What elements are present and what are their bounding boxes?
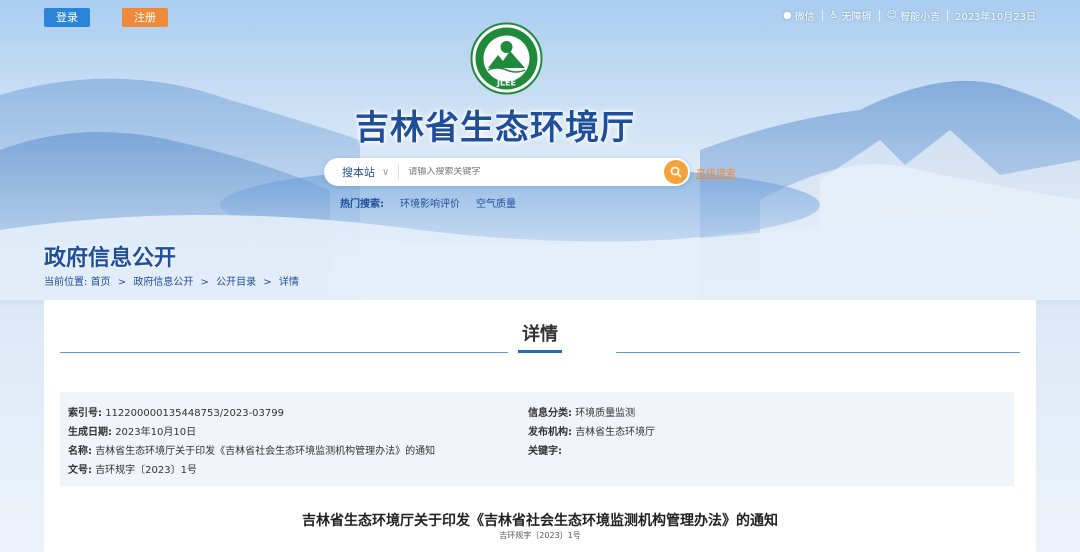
search-scope-select[interactable]: 搜本站 ∨ <box>324 164 389 180</box>
meta-docno: 文号: 吉环规字〔2023〕1号 <box>68 461 197 476</box>
divider <box>821 9 823 21</box>
meta-value: 环境质量监测 <box>575 408 636 419</box>
emblem-icon: JLEE <box>470 22 543 95</box>
wechat-label: 微信 <box>794 11 815 23</box>
meta-publisher: 发布机构: 吉林省生态环境厅 <box>528 423 655 438</box>
breadcrumb-separator: > <box>200 277 209 288</box>
meta-key: 信息分类: <box>528 408 572 419</box>
chevron-down-icon: ∨ <box>382 166 390 178</box>
accessibility-icon: ♿ <box>829 9 839 21</box>
divider <box>616 352 1020 353</box>
meta-keywords: 关键字: <box>528 442 562 457</box>
search-input[interactable] <box>408 167 649 177</box>
divider <box>947 9 949 21</box>
meta-value: 2023年10月10日 <box>115 427 197 438</box>
meta-key: 文号: <box>68 465 92 476</box>
breadcrumb: 当前位置: 首页 > 政府信息公开 > 公开目录 > 详情 <box>44 273 299 288</box>
meta-date: 生成日期: 2023年10月10日 <box>68 423 196 438</box>
search-icon <box>670 166 682 178</box>
meta-value: 11220000013544875З/2023-03799 <box>105 408 284 419</box>
breadcrumb-separator: > <box>117 277 127 288</box>
assistant-link[interactable]: ☺ 智能小吉 <box>887 8 940 23</box>
divider <box>398 165 400 179</box>
site-logo[interactable]: JLEE <box>470 22 543 95</box>
meta-key: 发布机构: <box>528 427 572 438</box>
hot-search-term[interactable]: 空气质量 <box>476 195 516 210</box>
login-button[interactable]: 登录 <box>44 8 90 27</box>
breadcrumb-gov-info[interactable]: 政府信息公开 <box>133 277 193 288</box>
meta-key: 生成日期: <box>68 427 112 438</box>
heading-underline <box>518 350 562 353</box>
breadcrumb-home[interactable]: 首页 <box>91 277 111 288</box>
detail-heading: 详情 <box>522 324 558 345</box>
breadcrumb-separator: > <box>263 277 272 288</box>
accessibility-label: 无障碍 <box>841 11 872 23</box>
advanced-search-link[interactable]: 高级搜索 <box>696 165 736 180</box>
meta-key: 索引号: <box>68 408 102 419</box>
breadcrumb-prefix: 当前位置: <box>44 277 88 288</box>
meta-key: 名称: <box>68 446 92 457</box>
breadcrumb-current: 详情 <box>278 277 299 288</box>
meta-value: 吉林省生态环境厅 <box>575 427 656 438</box>
current-date: 2023年10月23日 <box>955 11 1036 23</box>
meta-info-box: 索引号: 11220000013544875З/2023-03799 生成日期:… <box>60 392 1014 486</box>
meta-value: 吉林省生态环境厅关于印发《吉林省社会生态环境监测机构管理办法》的通知 <box>95 446 436 457</box>
wechat-link[interactable]: ● 微信 <box>783 8 815 23</box>
document-title: 吉林省生态环境厅关于印发《吉林省社会生态环境监测机构管理办法》的通知 <box>302 513 778 529</box>
breadcrumb-catalog[interactable]: 公开目录 <box>216 277 256 288</box>
meta-value: 吉环规字〔2023〕1号 <box>95 465 197 476</box>
hot-search: 热门搜索: 环境影响评价 空气质量 <box>340 195 516 210</box>
hot-search-term[interactable]: 环境影响评价 <box>400 195 460 210</box>
accessibility-link[interactable]: ♿ 无障碍 <box>830 8 872 23</box>
hot-search-label: 热门搜索: <box>340 199 384 210</box>
meta-index: 索引号: 11220000013544875З/2023-03799 <box>68 404 284 419</box>
divider <box>878 9 880 21</box>
search-button[interactable] <box>664 160 688 184</box>
robot-icon: ☺ <box>886 9 898 21</box>
topbar-links: ● 微信 ♿ 无障碍 ☺ 智能小吉 2023年10月23日 <box>783 7 1036 23</box>
meta-key: 关键字: <box>528 446 562 457</box>
logo-text: JLEE <box>496 79 516 88</box>
section-title: 政府信息公开 <box>44 246 177 271</box>
search-box: 搜本站 ∨ <box>324 158 690 186</box>
register-button[interactable]: 注册 <box>122 8 168 27</box>
meta-category: 信息分类: 环境质量监测 <box>528 404 635 419</box>
search-scope-label: 搜本站 <box>342 166 375 179</box>
wechat-icon: ● <box>782 9 792 21</box>
divider <box>60 352 508 353</box>
document-number: 吉环规字〔2023〕1号 <box>499 531 581 540</box>
site-title: 吉林省生态环境厅 <box>355 108 635 148</box>
assistant-label: 智能小吉 <box>900 11 941 23</box>
meta-name: 名称: 吉林省生态环境厅关于印发《吉林省社会生态环境监测机构管理办法》的通知 <box>68 442 435 457</box>
detail-panel: 详情 索引号: 11220000013544875З/2023-03799 生成… <box>44 300 1036 552</box>
